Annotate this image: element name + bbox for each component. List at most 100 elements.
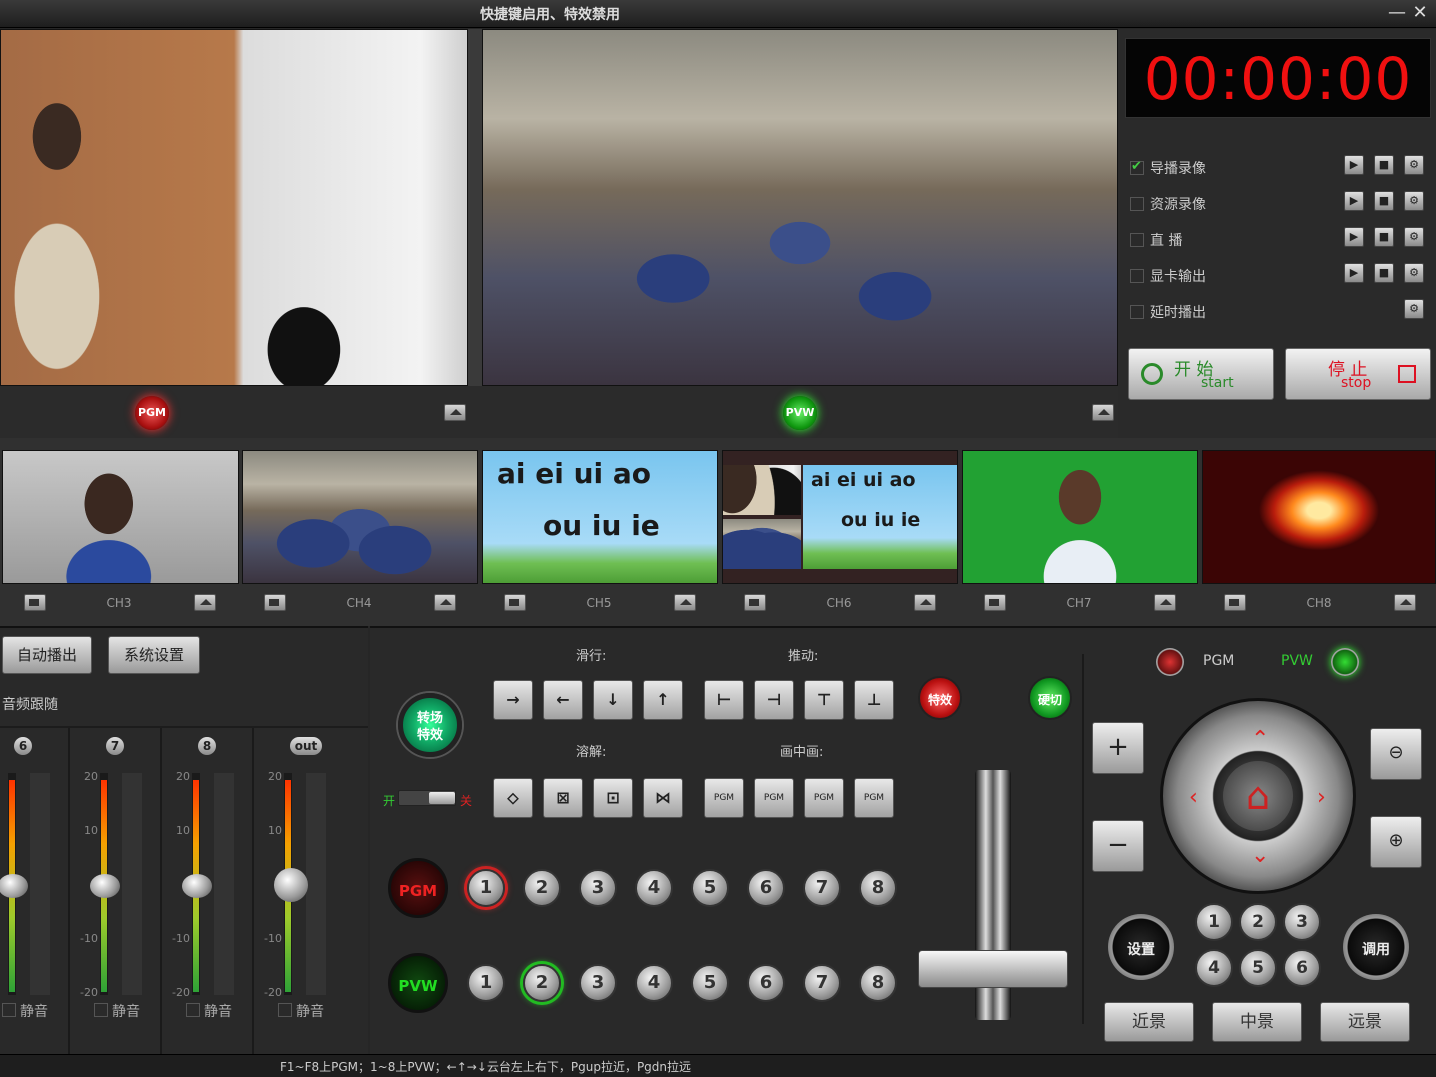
gear-icon[interactable]: ⚙ <box>1404 191 1424 211</box>
slide-effect-button[interactable]: → <box>493 680 533 720</box>
camera-icon[interactable] <box>24 594 46 611</box>
pvw-bus-button[interactable]: 3 <box>579 964 617 1002</box>
channel-eject-icon[interactable] <box>434 594 456 611</box>
channel-thumb-ch8[interactable] <box>1202 450 1436 584</box>
option-checkbox[interactable] <box>1130 159 1144 175</box>
channel-eject-icon[interactable] <box>1394 594 1416 611</box>
channel-eject-icon[interactable] <box>914 594 936 611</box>
mute-checkbox[interactable] <box>94 1003 108 1017</box>
pvw-bus-button[interactable]: 1 <box>467 964 505 1002</box>
ptz-pvw-indicator[interactable] <box>1331 648 1359 676</box>
transition-effect-button[interactable]: 转场 特效 <box>398 693 462 757</box>
pvw-eject-icon[interactable] <box>1092 404 1114 421</box>
channel-eject-icon[interactable] <box>194 594 216 611</box>
ptz-preset-button[interactable]: 2 <box>1239 903 1277 941</box>
camera-icon[interactable] <box>744 594 766 611</box>
pip-button[interactable]: PGM <box>754 778 794 818</box>
channel-thumb-ch7[interactable] <box>962 450 1198 584</box>
mute-checkbox[interactable] <box>278 1003 292 1017</box>
channel-thumb-ch3[interactable] <box>2 450 239 584</box>
pgm-bus-button[interactable]: 3 <box>579 869 617 907</box>
pgm-bus-button[interactable]: 6 <box>747 869 785 907</box>
pvw-monitor[interactable] <box>482 29 1118 386</box>
t-bar-handle[interactable] <box>918 950 1068 988</box>
ptz-left-icon[interactable]: ‹ <box>1189 785 1198 810</box>
pvw-bus-button[interactable]: 7 <box>803 964 841 1002</box>
camera-icon[interactable] <box>504 594 526 611</box>
ptz-right-icon[interactable]: › <box>1317 785 1326 810</box>
camera-shot-button[interactable]: 近景 <box>1104 1002 1194 1042</box>
mute-checkbox[interactable] <box>2 1003 16 1017</box>
dissolve-effect-button[interactable]: ⊡ <box>593 778 633 818</box>
channel-eject-icon[interactable] <box>1154 594 1176 611</box>
option-checkbox[interactable] <box>1130 197 1144 211</box>
fader-knob[interactable] <box>90 874 120 898</box>
camera-icon[interactable] <box>1224 594 1246 611</box>
close-button[interactable]: ✕ <box>1410 2 1430 24</box>
camera-icon[interactable] <box>984 594 1006 611</box>
pvw-bus-button[interactable]: 4 <box>635 964 673 1002</box>
pgm-bus-button[interactable]: 7 <box>803 869 841 907</box>
push-effect-button[interactable]: ⊤ <box>804 680 844 720</box>
pgm-bus-button[interactable]: 5 <box>691 869 729 907</box>
ptz-up-icon[interactable]: ⌃ <box>1251 727 1269 752</box>
dissolve-effect-button[interactable]: ⬦ <box>493 778 533 818</box>
play-icon[interactable]: ▶ <box>1344 227 1364 247</box>
pvw-bus-button[interactable]: 8 <box>859 964 897 1002</box>
stop-button[interactable]: 停 止 stop <box>1285 348 1431 400</box>
ptz-preset-button[interactable]: 4 <box>1195 949 1233 987</box>
pgm-bus-button[interactable]: 8 <box>859 869 897 907</box>
push-effect-button[interactable]: ⊣ <box>754 680 794 720</box>
ptz-settings-button[interactable]: 设置 <box>1108 914 1174 980</box>
camera-icon[interactable] <box>264 594 286 611</box>
hard-cut-button[interactable]: 硬切 <box>1028 676 1072 720</box>
option-checkbox[interactable] <box>1130 269 1144 283</box>
zoom-in-button[interactable]: + <box>1092 722 1144 774</box>
system-settings-button[interactable]: 系统设置 <box>108 636 200 674</box>
start-button[interactable]: 开 始 start <box>1128 348 1274 400</box>
gear-icon[interactable]: ⚙ <box>1404 155 1424 175</box>
minimize-button[interactable]: — <box>1387 2 1407 24</box>
slide-effect-button[interactable]: ↓ <box>593 680 633 720</box>
push-effect-button[interactable]: ⊥ <box>854 680 894 720</box>
pip-button[interactable]: PGM <box>854 778 894 818</box>
channel-thumb-ch4[interactable] <box>242 450 478 584</box>
auto-play-button[interactable]: 自动播出 <box>2 636 92 674</box>
play-icon[interactable]: ▶ <box>1344 155 1364 175</box>
ptz-preset-button[interactable]: 6 <box>1283 949 1321 987</box>
effect-button[interactable]: 特效 <box>918 676 962 720</box>
record-stop-icon[interactable]: ■ <box>1374 191 1394 211</box>
pvw-bus-button[interactable]: 6 <box>747 964 785 1002</box>
ptz-recall-button[interactable]: 调用 <box>1343 914 1409 980</box>
effect-toggle[interactable] <box>398 790 456 806</box>
push-effect-button[interactable]: ⊢ <box>704 680 744 720</box>
ptz-joystick[interactable]: ⌃ ⌄ ‹ › ⌂ <box>1160 698 1356 894</box>
option-checkbox[interactable] <box>1130 233 1144 247</box>
gear-icon[interactable]: ⚙ <box>1404 299 1424 319</box>
camera-shot-button[interactable]: 中景 <box>1212 1002 1302 1042</box>
camera-shot-button[interactable]: 远景 <box>1320 1002 1410 1042</box>
fader-knob[interactable] <box>274 868 308 902</box>
pvw-bus-button[interactable]: 2 <box>523 964 561 1002</box>
channel-thumb-ch5[interactable]: ai ei ui ao ou iu ie <box>482 450 718 584</box>
channel-eject-icon[interactable] <box>674 594 696 611</box>
mute-checkbox[interactable] <box>186 1003 200 1017</box>
channel-thumb-ch6[interactable]: ai ei ui ao ou iu ie <box>722 450 958 584</box>
play-icon[interactable]: ▶ <box>1344 191 1364 211</box>
ptz-preset-button[interactable]: 5 <box>1239 949 1277 987</box>
slide-effect-button[interactable]: ↑ <box>643 680 683 720</box>
dissolve-effect-button[interactable]: ⊠ <box>543 778 583 818</box>
pvw-bus-button[interactable]: 5 <box>691 964 729 1002</box>
pgm-eject-icon[interactable] <box>444 404 466 421</box>
ptz-pgm-indicator[interactable] <box>1156 648 1184 676</box>
pip-button[interactable]: PGM <box>804 778 844 818</box>
ptz-down-icon[interactable]: ⌄ <box>1251 843 1269 868</box>
focus-out-icon[interactable]: ⊖ <box>1370 728 1422 780</box>
pgm-bus-button[interactable]: 2 <box>523 869 561 907</box>
record-stop-icon[interactable]: ■ <box>1374 263 1394 283</box>
slide-effect-button[interactable]: ← <box>543 680 583 720</box>
ptz-preset-button[interactable]: 3 <box>1283 903 1321 941</box>
gear-icon[interactable]: ⚙ <box>1404 227 1424 247</box>
play-icon[interactable]: ▶ <box>1344 263 1364 283</box>
ptz-home-icon[interactable]: ⌂ <box>1223 761 1293 831</box>
